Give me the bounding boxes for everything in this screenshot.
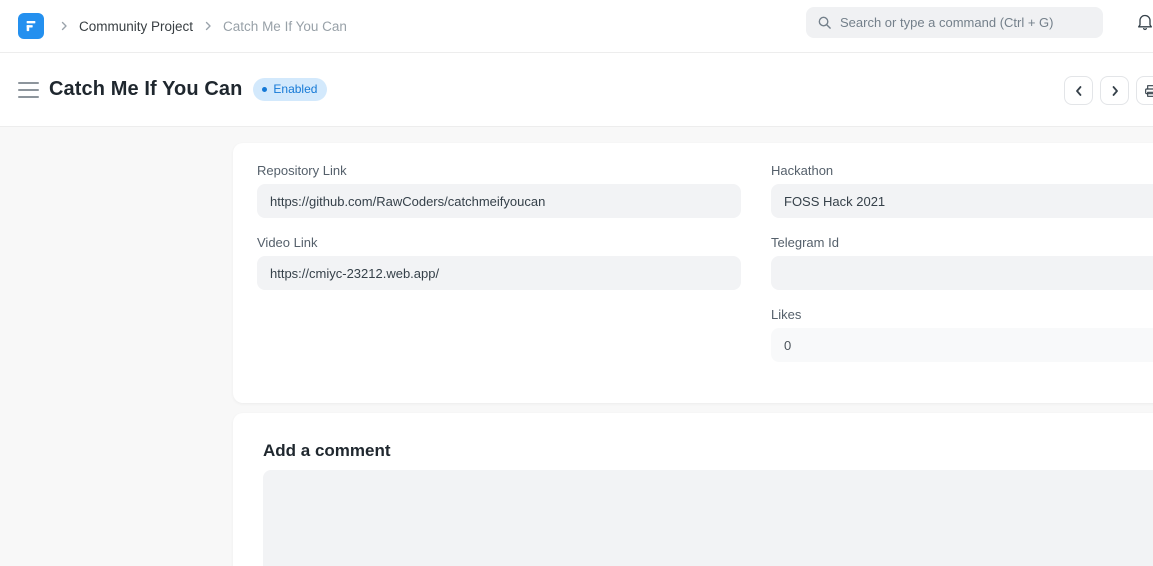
- content-area: Repository Link Video Link Hackathon Tel…: [0, 127, 1153, 566]
- prev-document-button[interactable]: [1064, 76, 1093, 105]
- breadcrumb-item-current[interactable]: Catch Me If You Can: [223, 19, 347, 34]
- page-header: Catch Me If You Can Enabled: [0, 53, 1153, 127]
- notifications-bell-icon[interactable]: [1135, 12, 1153, 34]
- comment-input[interactable]: [263, 470, 1153, 566]
- form-column-left: Repository Link Video Link: [257, 163, 741, 379]
- field-video-link: Video Link: [257, 235, 741, 290]
- field-likes: Likes: [771, 307, 1153, 362]
- chevron-right-icon: [202, 20, 214, 32]
- chevron-right-icon: [1108, 84, 1122, 98]
- top-navbar: Community Project Catch Me If You Can: [0, 0, 1153, 53]
- add-comment-heading: Add a comment: [263, 441, 1153, 461]
- telegram-id-label: Telegram Id: [771, 235, 1153, 250]
- status-dot-icon: [262, 87, 267, 92]
- breadcrumb: Community Project Catch Me If You Can: [58, 19, 347, 34]
- form-card: Repository Link Video Link Hackathon Tel…: [233, 143, 1153, 403]
- breadcrumb-item-community-project[interactable]: Community Project: [79, 19, 193, 34]
- chevron-right-icon: [58, 20, 70, 32]
- comment-card: Add a comment: [233, 413, 1153, 566]
- app-window: Community Project Catch Me If You Can Ca…: [0, 0, 1153, 566]
- video-link-label: Video Link: [257, 235, 741, 250]
- field-hackathon: Hackathon: [771, 163, 1153, 218]
- status-badge-label: Enabled: [273, 82, 317, 96]
- global-search-bar[interactable]: [806, 7, 1103, 38]
- printer-icon: [1143, 83, 1153, 99]
- likes-input[interactable]: [771, 328, 1153, 362]
- chevron-left-icon: [1072, 84, 1086, 98]
- hackathon-input[interactable]: [771, 184, 1153, 218]
- print-button[interactable]: [1136, 76, 1153, 105]
- sidebar-toggle-icon[interactable]: [18, 82, 39, 98]
- form-column-right: Hackathon Telegram Id Likes: [771, 163, 1153, 379]
- field-repository-link: Repository Link: [257, 163, 741, 218]
- video-link-input[interactable]: [257, 256, 741, 290]
- repository-link-label: Repository Link: [257, 163, 741, 178]
- likes-label: Likes: [771, 307, 1153, 322]
- field-telegram-id: Telegram Id: [771, 235, 1153, 290]
- status-badge: Enabled: [253, 78, 327, 100]
- next-document-button[interactable]: [1100, 76, 1129, 105]
- frappe-logo[interactable]: [18, 13, 44, 39]
- search-icon: [817, 15, 832, 30]
- hackathon-label: Hackathon: [771, 163, 1153, 178]
- frappe-logo-icon: [23, 18, 39, 34]
- repository-link-input[interactable]: [257, 184, 741, 218]
- telegram-id-input[interactable]: [771, 256, 1153, 290]
- search-input[interactable]: [840, 15, 1092, 30]
- page-title: Catch Me If You Can: [49, 78, 242, 101]
